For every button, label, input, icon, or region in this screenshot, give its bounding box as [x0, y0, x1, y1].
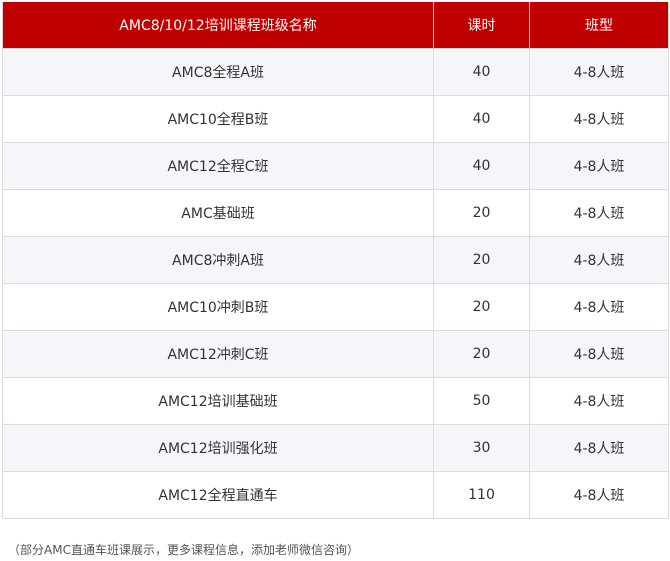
cell-course-name: AMC12全程直通车 — [2, 471, 434, 519]
table-row: AMC10全程B班 40 4-8人班 — [2, 95, 669, 143]
cell-course-name: AMC12培训强化班 — [2, 424, 434, 472]
cell-course-name: AMC8冲刺A班 — [2, 236, 434, 284]
table-row: AMC12全程直通车 110 4-8人班 — [2, 471, 669, 519]
cell-hours: 40 — [433, 95, 530, 143]
cell-course-name: AMC12全程C班 — [2, 142, 434, 190]
cell-hours: 30 — [433, 424, 530, 472]
cell-hours: 20 — [433, 283, 530, 331]
table-row: AMC12培训强化班 30 4-8人班 — [2, 424, 669, 472]
footnote: （部分AMC直通车班课展示，更多课程信息，添加老师微信咨询） — [8, 543, 359, 557]
table-header: AMC8/10/12培训课程班级名称 课时 班型 — [2, 2, 669, 49]
cell-hours: 20 — [433, 236, 530, 284]
cell-class-type: 4-8人班 — [529, 330, 669, 378]
cell-class-type: 4-8人班 — [529, 424, 669, 472]
cell-class-type: 4-8人班 — [529, 142, 669, 190]
table-row: AMC12全程C班 40 4-8人班 — [2, 142, 669, 190]
header-course-name: AMC8/10/12培训课程班级名称 — [2, 2, 434, 49]
cell-class-type: 4-8人班 — [529, 236, 669, 284]
cell-course-name: AMC10冲刺B班 — [2, 283, 434, 331]
table-row: AMC8冲刺A班 20 4-8人班 — [2, 236, 669, 284]
header-hours: 课时 — [433, 2, 530, 49]
cell-hours: 40 — [433, 48, 530, 96]
table-row: AMC12冲刺C班 20 4-8人班 — [2, 330, 669, 378]
cell-course-name: AMC10全程B班 — [2, 95, 434, 143]
cell-hours: 50 — [433, 377, 530, 425]
cell-hours: 40 — [433, 142, 530, 190]
cell-hours: 20 — [433, 330, 530, 378]
table-row: AMC10冲刺B班 20 4-8人班 — [2, 283, 669, 331]
table-row: AMC8全程A班 40 4-8人班 — [2, 48, 669, 96]
cell-course-name: AMC8全程A班 — [2, 48, 434, 96]
cell-class-type: 4-8人班 — [529, 377, 669, 425]
cell-class-type: 4-8人班 — [529, 189, 669, 237]
table-header-row: AMC8/10/12培训课程班级名称 课时 班型 — [2, 2, 669, 49]
cell-hours: 110 — [433, 471, 530, 519]
cell-course-name: AMC基础班 — [2, 189, 434, 237]
cell-class-type: 4-8人班 — [529, 283, 669, 331]
cell-class-type: 4-8人班 — [529, 48, 669, 96]
cell-hours: 20 — [433, 189, 530, 237]
table-row: AMC12培训基础班 50 4-8人班 — [2, 377, 669, 425]
cell-class-type: 4-8人班 — [529, 471, 669, 519]
table-row: AMC基础班 20 4-8人班 — [2, 189, 669, 237]
cell-course-name: AMC12冲刺C班 — [2, 330, 434, 378]
cell-class-type: 4-8人班 — [529, 95, 669, 143]
course-table: AMC8/10/12培训课程班级名称 课时 班型 AMC8全程A班 40 4-8… — [2, 2, 669, 519]
table-body: AMC8全程A班 40 4-8人班 AMC10全程B班 40 4-8人班 AMC… — [2, 48, 669, 519]
course-table-container: AMC8/10/12培训课程班级名称 课时 班型 AMC8全程A班 40 4-8… — [2, 2, 669, 519]
header-class-type: 班型 — [529, 2, 669, 49]
cell-course-name: AMC12培训基础班 — [2, 377, 434, 425]
